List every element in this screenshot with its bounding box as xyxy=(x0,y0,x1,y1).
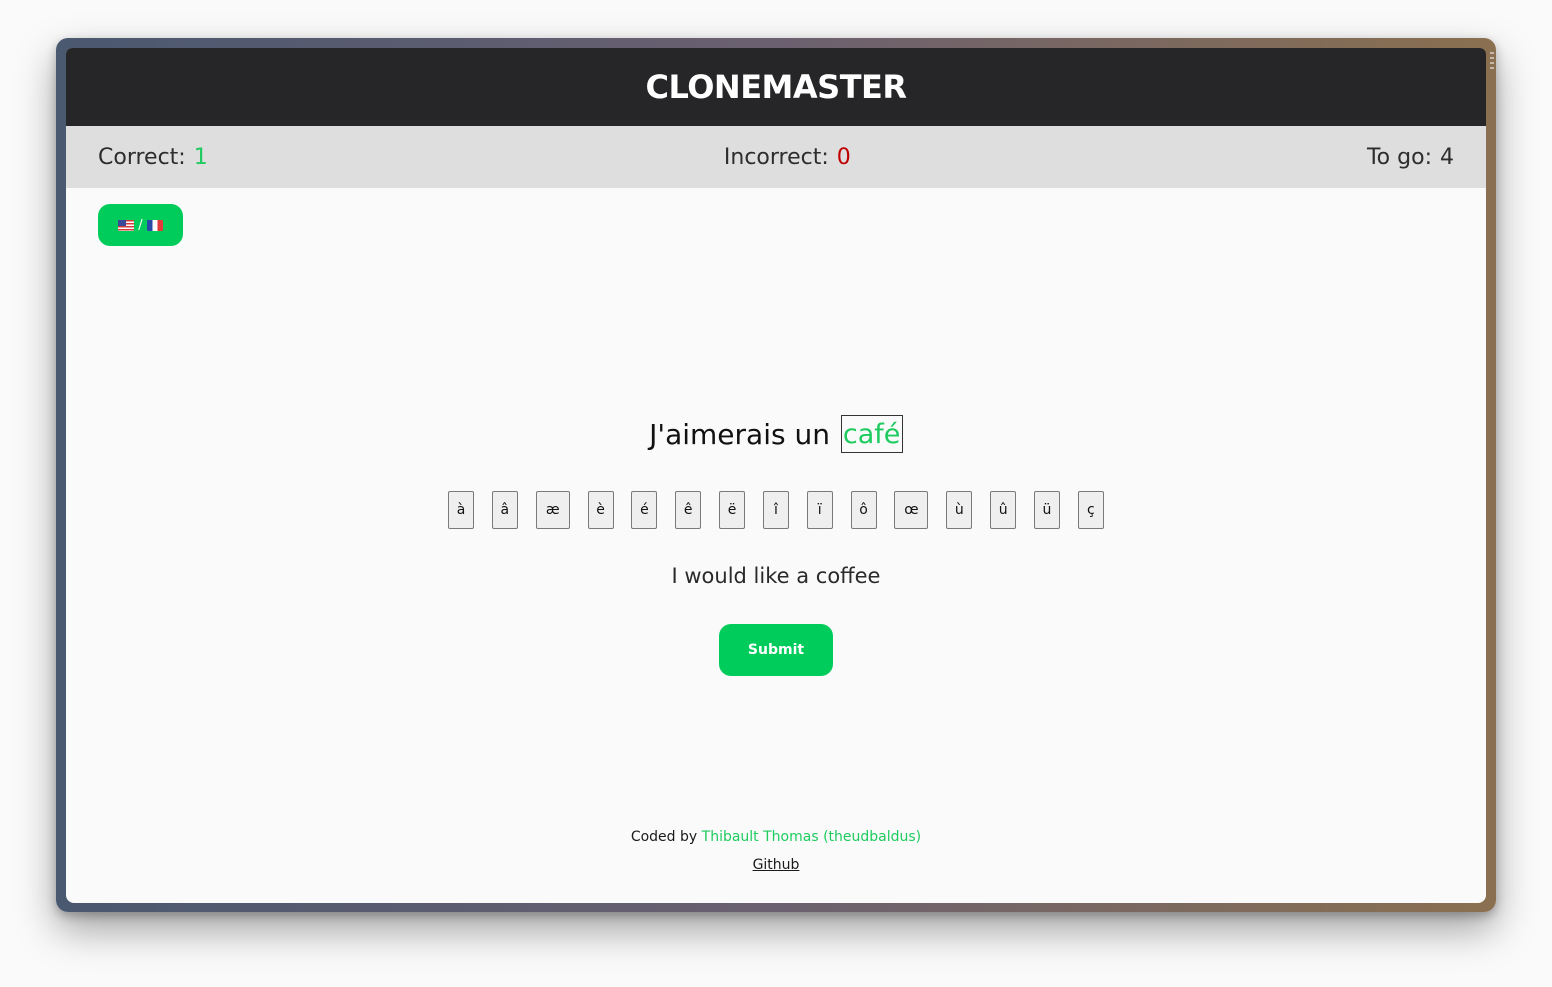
author-link[interactable]: Thibault Thomas (theudbaldus) xyxy=(702,829,922,845)
accent-key[interactable]: ù xyxy=(946,491,973,529)
score-togo: To go: 4 xyxy=(1367,145,1454,170)
accent-key[interactable]: è xyxy=(587,491,614,529)
correct-count: 1 xyxy=(193,144,208,170)
score-bar: Correct: 1 Incorrect: 0 To go: 4 xyxy=(66,126,1486,188)
score-correct: Correct: 1 xyxy=(98,145,208,170)
incorrect-label: Incorrect: xyxy=(723,144,829,170)
accent-key[interactable]: ô xyxy=(850,491,877,529)
incorrect-count: 0 xyxy=(836,144,851,170)
flag-fr-icon xyxy=(146,219,163,231)
app-container: CLONEMASTER Correct: 1 Incorrect: 0 To g… xyxy=(66,48,1486,903)
language-separator: / xyxy=(138,217,143,233)
answer-input[interactable] xyxy=(840,415,903,453)
accent-key[interactable]: é xyxy=(631,491,658,529)
accent-keyboard: àâæèéêëîïôœùûüç xyxy=(448,490,1104,530)
app-header: CLONEMASTER xyxy=(66,48,1486,126)
accent-key[interactable]: â xyxy=(491,491,518,529)
accent-key[interactable]: û xyxy=(990,491,1017,529)
togo-label: To go: xyxy=(1366,144,1432,170)
footer: Coded by Thibault Thomas (theudbaldus) G… xyxy=(66,823,1486,879)
togo-count: 4 xyxy=(1439,144,1454,170)
coded-by-label: Coded by xyxy=(630,829,702,845)
accent-key[interactable]: ê xyxy=(675,491,702,529)
accent-key[interactable]: ë xyxy=(719,491,746,529)
prompt-text: J'aimerais un xyxy=(649,417,839,451)
window-resize-handle[interactable] xyxy=(1490,52,1494,70)
accent-key[interactable]: æ xyxy=(535,491,570,529)
submit-button[interactable]: Submit xyxy=(719,624,833,676)
flag-us-icon xyxy=(118,219,135,231)
translation-text: I would like a coffee xyxy=(671,564,881,588)
accent-key[interactable]: î xyxy=(762,491,789,529)
language-switch-button[interactable]: / xyxy=(98,204,183,246)
app-title: CLONEMASTER xyxy=(645,68,907,106)
sentence-prompt: J'aimerais un xyxy=(66,415,1486,453)
credits-line: Coded by Thibault Thomas (theudbaldus) xyxy=(66,823,1486,851)
score-incorrect: Incorrect: 0 xyxy=(724,145,851,170)
accent-key[interactable]: ï xyxy=(806,491,833,529)
correct-label: Correct: xyxy=(98,144,186,170)
accent-key[interactable]: ç xyxy=(1077,491,1104,529)
accent-key[interactable]: ü xyxy=(1033,491,1060,529)
github-link[interactable]: Github xyxy=(753,857,800,873)
accent-key[interactable]: à xyxy=(448,491,474,529)
accent-key[interactable]: œ xyxy=(894,491,929,529)
